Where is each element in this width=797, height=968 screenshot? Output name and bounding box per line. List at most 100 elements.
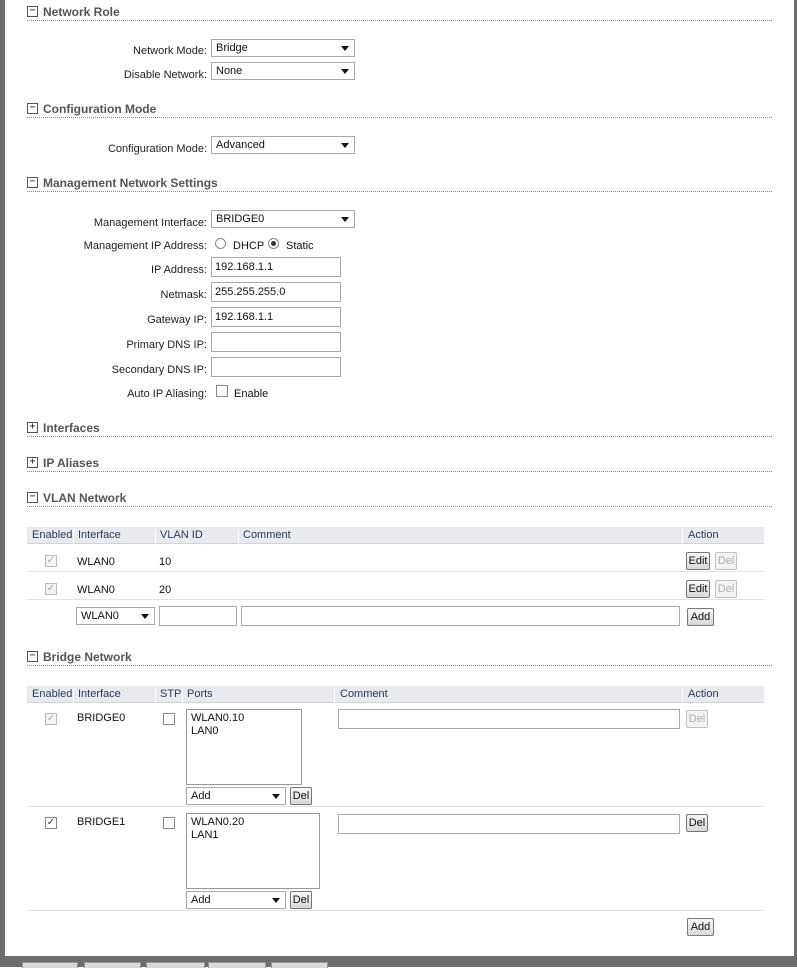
- section-management-network[interactable]: − Management Network Settings: [27, 173, 772, 192]
- disable-network-value: None: [216, 65, 243, 77]
- gateway-ip-input[interactable]: 192.168.1.1: [211, 307, 341, 327]
- enabled-checkbox[interactable]: ✓: [45, 817, 57, 829]
- vlan-interface-select[interactable]: WLAN0: [76, 607, 155, 625]
- disable-network-label: Disable Network:: [123, 69, 207, 81]
- section-configuration-mode[interactable]: − Configuration Mode: [27, 99, 772, 118]
- row-divider: [27, 910, 764, 911]
- netmask-label: Netmask:: [160, 289, 207, 301]
- taskbar-tab[interactable]: [146, 962, 205, 968]
- collapse-icon[interactable]: −: [27, 651, 38, 662]
- taskbar-tab[interactable]: [84, 962, 141, 968]
- netmask-input[interactable]: 255.255.255.0: [211, 282, 341, 302]
- column-vlan-id: VLAN ID: [160, 529, 203, 541]
- chevron-down-icon: [341, 217, 349, 222]
- enabled-checkbox: ✓: [45, 583, 57, 595]
- network-mode-select[interactable]: Bridge: [211, 39, 355, 57]
- bridge-interface: BRIDGE1: [77, 816, 126, 828]
- enabled-checkbox: ✓: [45, 713, 57, 725]
- auto-ip-aliasing-checkbox[interactable]: [216, 385, 228, 397]
- column-comment: Comment: [243, 529, 291, 541]
- list-item[interactable]: WLAN0.20: [191, 816, 315, 829]
- static-label: Static: [286, 240, 314, 252]
- chevron-down-icon: [341, 46, 349, 51]
- configuration-mode-label: Configuration Mode:: [107, 143, 207, 155]
- enabled-checkbox: ✓: [45, 555, 57, 567]
- taskbar-tab[interactable]: [22, 962, 78, 968]
- section-network-role[interactable]: − Network Role: [27, 2, 772, 21]
- column-enabled: Enabled: [32, 688, 73, 700]
- section-bridge-network[interactable]: − Bridge Network: [27, 647, 772, 666]
- bridge-comment-input[interactable]: [338, 709, 680, 729]
- network-mode-label: Network Mode:: [133, 45, 207, 57]
- remove-port-button[interactable]: Del: [290, 787, 312, 805]
- add-port-select[interactable]: Add: [186, 787, 286, 805]
- section-vlan-network[interactable]: − VLAN Network: [27, 488, 772, 507]
- expand-icon[interactable]: +: [27, 457, 38, 468]
- vlan-add-button[interactable]: Add: [687, 608, 714, 626]
- dhcp-radio[interactable]: [215, 238, 226, 249]
- vlan-comment-input[interactable]: [241, 606, 680, 626]
- primary-dns-label: Primary DNS IP:: [126, 339, 207, 351]
- gateway-ip-label: Gateway IP:: [147, 314, 207, 326]
- vlan-id-input[interactable]: [159, 606, 237, 626]
- section-title: Configuration Mode: [43, 102, 157, 116]
- collapse-icon[interactable]: −: [27, 492, 38, 503]
- ports-listbox[interactable]: WLAN0.20 LAN1: [186, 813, 320, 889]
- vlan-interface: WLAN0: [77, 556, 115, 568]
- bridge-interface: BRIDGE0: [77, 712, 126, 724]
- primary-dns-input[interactable]: [211, 332, 341, 352]
- add-port-select-value: Add: [191, 894, 211, 906]
- configuration-mode-value: Advanced: [216, 139, 265, 151]
- list-item[interactable]: WLAN0.10: [191, 712, 297, 725]
- section-interfaces[interactable]: + Interfaces: [27, 418, 772, 437]
- network-mode-value: Bridge: [216, 42, 248, 54]
- static-radio[interactable]: [268, 238, 279, 249]
- taskbar-tab[interactable]: [271, 962, 328, 968]
- bridge-comment-input[interactable]: [338, 814, 680, 834]
- delete-button[interactable]: Del: [686, 814, 708, 832]
- dhcp-label: DHCP: [233, 240, 265, 252]
- ports-listbox[interactable]: WLAN0.10 LAN0: [186, 709, 302, 785]
- chevron-down-icon: [341, 143, 349, 148]
- add-port-select[interactable]: Add: [186, 891, 286, 909]
- taskbar-strip: [0, 956, 797, 968]
- chevron-down-icon: [341, 69, 349, 74]
- bridge-add-button[interactable]: Add: [687, 918, 714, 936]
- disable-network-select[interactable]: None: [211, 62, 355, 80]
- auto-ip-aliasing-label: Auto IP Aliasing:: [127, 388, 207, 400]
- column-interface: Interface: [78, 688, 121, 700]
- window-frame-left: [0, 0, 5, 967]
- auto-ip-aliasing-enable-label: Enable: [234, 388, 269, 400]
- edit-button[interactable]: Edit: [686, 580, 710, 598]
- column-ports: Ports: [187, 688, 213, 700]
- list-item[interactable]: LAN1: [191, 829, 315, 842]
- column-action: Action: [688, 688, 719, 700]
- vlan-interface: WLAN0: [77, 584, 115, 596]
- taskbar-tab[interactable]: [208, 962, 266, 968]
- expand-icon[interactable]: +: [27, 422, 38, 433]
- section-ip-aliases[interactable]: + IP Aliases: [27, 453, 772, 472]
- collapse-icon[interactable]: −: [27, 177, 38, 188]
- ip-address-input[interactable]: 192.168.1.1: [211, 257, 341, 277]
- delete-button: Del: [715, 580, 737, 598]
- configuration-mode-select[interactable]: Advanced: [211, 136, 355, 154]
- section-title: Management Network Settings: [43, 176, 218, 190]
- collapse-icon[interactable]: −: [27, 103, 38, 114]
- vlan-interface-select-value: WLAN0: [81, 610, 119, 622]
- column-stp: STP: [160, 688, 182, 700]
- edit-button[interactable]: Edit: [686, 552, 710, 570]
- remove-port-button[interactable]: Del: [290, 891, 312, 909]
- stp-checkbox[interactable]: [163, 817, 175, 829]
- stp-checkbox[interactable]: [163, 713, 175, 725]
- management-interface-label: Management Interface:: [93, 217, 207, 229]
- management-ip-mode-label: Management IP Address:: [83, 240, 207, 252]
- collapse-icon[interactable]: −: [27, 6, 38, 17]
- management-interface-select[interactable]: BRIDGE0: [211, 210, 355, 228]
- column-enabled: Enabled: [32, 529, 73, 541]
- row-divider: [27, 571, 764, 572]
- secondary-dns-input[interactable]: [211, 357, 341, 377]
- ip-address-label: IP Address:: [150, 264, 207, 276]
- vlan-id: 10: [159, 556, 172, 568]
- list-item[interactable]: LAN0: [191, 725, 297, 738]
- vlan-table-header: Enabled Interface VLAN ID Comment Action: [27, 527, 764, 545]
